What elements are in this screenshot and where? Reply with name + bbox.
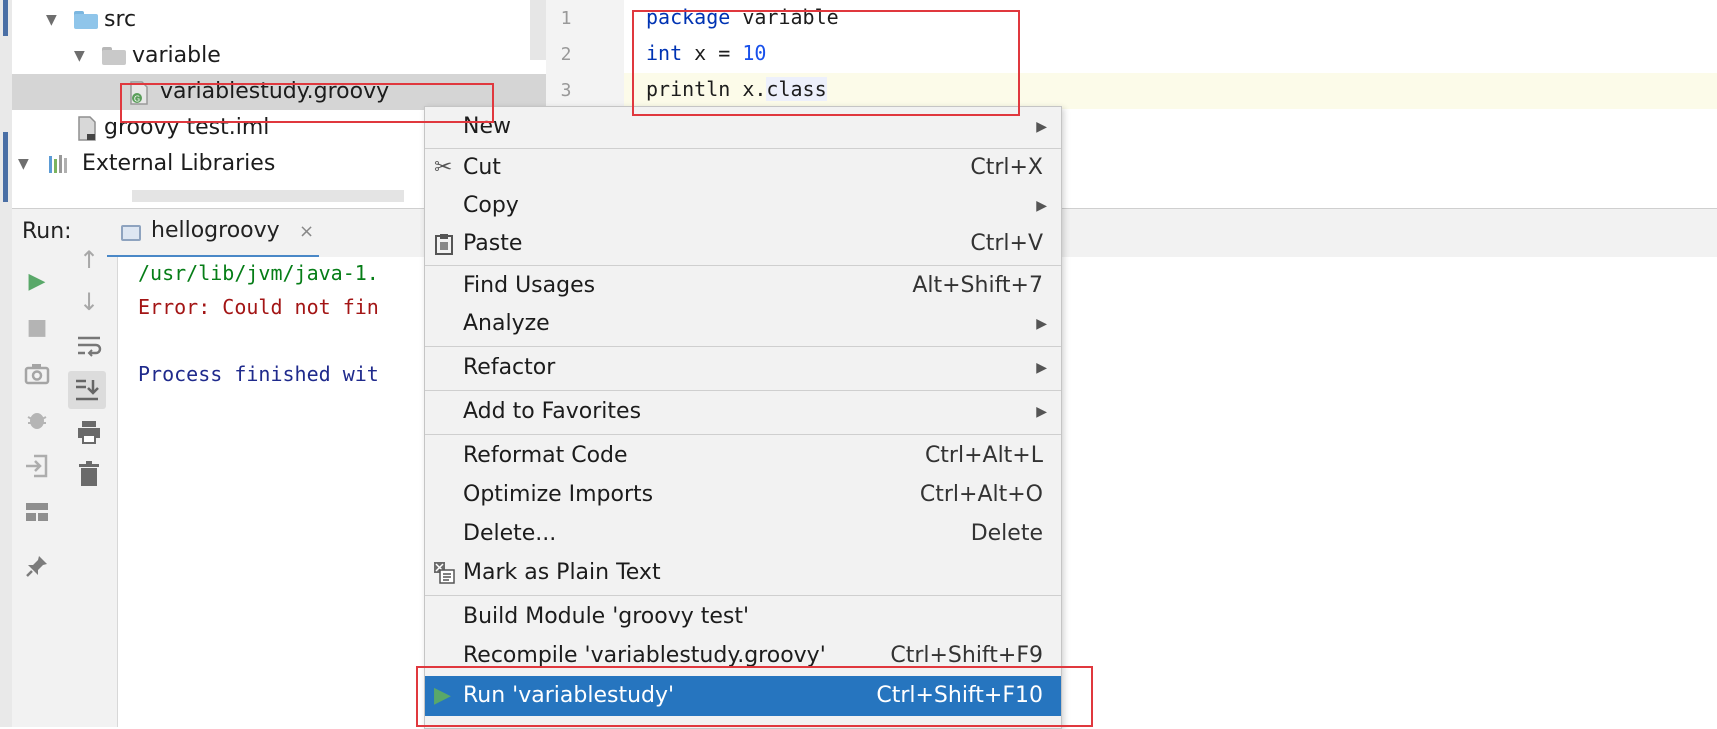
menu-separator [425, 390, 1061, 391]
run-tab-label: hellogroovy [151, 218, 280, 243]
submenu-arrow-icon: ▶ [1036, 404, 1047, 420]
menu-item-run[interactable]: ▶ Run 'variablestudy' Ctrl+Shift+F10 [425, 676, 1061, 716]
favorites-strip-marker [3, 132, 8, 202]
tree-vertical-scrollbar[interactable] [530, 0, 546, 60]
tree-item-label: variablestudy.groovy [160, 79, 390, 104]
trash-icon[interactable] [74, 459, 104, 489]
code-line-1[interactable]: package variable [646, 5, 839, 29]
tree-item-label: src [104, 7, 137, 32]
pin-icon[interactable] [22, 551, 52, 581]
menu-item-find-usages[interactable]: Find Usages Alt+Shift+7 [425, 267, 1061, 305]
close-icon[interactable]: × [299, 221, 314, 242]
context-menu: New ▶ ✂ Cut Ctrl+X Copy ▶ Paste Ctrl+V F… [424, 106, 1062, 729]
svg-text:G: G [134, 95, 140, 104]
debug-bug-icon[interactable] [22, 405, 52, 435]
menu-item-recompile[interactable]: Recompile 'variablestudy.groovy' Ctrl+Sh… [425, 637, 1061, 675]
print-icon[interactable] [74, 417, 104, 447]
plain-text-icon [434, 562, 456, 584]
tree-item-label: External Libraries [82, 151, 276, 176]
run-icon: ▶ [434, 683, 451, 708]
submenu-arrow-icon: ▶ [1036, 198, 1047, 214]
menu-item-refactor[interactable]: Refactor ▶ [425, 349, 1061, 387]
menu-separator [425, 346, 1061, 347]
stop-icon[interactable]: ■ [22, 313, 52, 343]
console-line-command: /usr/lib/jvm/java-1. [138, 261, 379, 285]
run-tab-hellogroovy[interactable]: hellogroovy × [107, 213, 319, 258]
menu-item-copy[interactable]: Copy ▶ [425, 187, 1061, 225]
tree-item-src[interactable]: ▼ src [12, 2, 546, 38]
groovy-file-icon: G [130, 81, 148, 105]
clipboard-icon [434, 233, 454, 255]
project-strip-marker [3, 0, 8, 36]
console-line-error: Error: Could not fin [138, 295, 379, 319]
menu-separator [425, 265, 1061, 266]
scissors-icon: ✂ [434, 155, 453, 180]
libraries-icon [49, 155, 67, 173]
layout-icon[interactable] [22, 497, 52, 527]
menu-separator [425, 595, 1061, 596]
tree-item-variablestudy[interactable]: G variablestudy.groovy [12, 74, 546, 110]
line-number: 3 [560, 80, 572, 101]
tree-item-label: variable [132, 43, 221, 68]
scroll-up-icon[interactable]: ↑ [74, 245, 104, 275]
menu-item-cut[interactable]: ✂ Cut Ctrl+X [425, 149, 1061, 187]
scroll-to-end-icon[interactable] [68, 371, 106, 409]
folder-icon [74, 11, 98, 29]
menu-item-add-to-favorites[interactable]: Add to Favorites ▶ [425, 393, 1061, 431]
soft-wrap-icon[interactable] [74, 331, 104, 361]
submenu-arrow-icon: ▶ [1036, 360, 1047, 376]
menu-item-new[interactable]: New ▶ [425, 108, 1061, 146]
camera-icon[interactable] [22, 359, 52, 389]
menu-item-mark-as-plain-text[interactable]: Mark as Plain Text [425, 554, 1061, 592]
import-test-icon[interactable] [22, 451, 52, 481]
package-icon [102, 47, 126, 65]
run-toolbar-secondary: ↑ ↓ [62, 246, 118, 727]
scroll-down-icon[interactable]: ↓ [74, 287, 104, 317]
submenu-arrow-icon: ▶ [1036, 316, 1047, 332]
menu-item-delete[interactable]: Delete... Delete [425, 515, 1061, 553]
tree-item-label: groovy test.iml [104, 115, 270, 140]
rerun-icon[interactable]: ▶ [22, 267, 52, 297]
iml-file-icon [78, 116, 96, 141]
expand-arrow-icon[interactable]: ▼ [46, 2, 57, 38]
menu-item-analyze[interactable]: Analyze ▶ [425, 305, 1061, 343]
line-number: 1 [560, 8, 572, 29]
menu-separator [425, 434, 1061, 435]
code-line-2[interactable]: int x = 10 [646, 41, 766, 65]
code-line-3[interactable]: println x.class [646, 77, 827, 101]
run-panel-label: Run: [22, 219, 72, 244]
expand-arrow-icon[interactable]: ▼ [74, 38, 85, 74]
console-line-exit: Process finished wit [138, 362, 379, 386]
menu-item-build-module[interactable]: Build Module 'groovy test' [425, 598, 1061, 636]
line-number: 2 [560, 44, 572, 65]
run-toolbar-primary: ▶ ■ [12, 257, 63, 727]
tree-item-variable[interactable]: ▼ variable [12, 38, 546, 74]
console-icon [121, 225, 141, 241]
submenu-arrow-icon: ▶ [1036, 119, 1047, 135]
tree-horizontal-scrollbar[interactable] [132, 190, 404, 202]
expand-arrow-icon[interactable]: ▼ [18, 146, 29, 182]
menu-item-paste[interactable]: Paste Ctrl+V [425, 225, 1061, 263]
menu-item-reformat-code[interactable]: Reformat Code Ctrl+Alt+L [425, 437, 1061, 475]
menu-item-optimize-imports[interactable]: Optimize Imports Ctrl+Alt+O [425, 476, 1061, 514]
